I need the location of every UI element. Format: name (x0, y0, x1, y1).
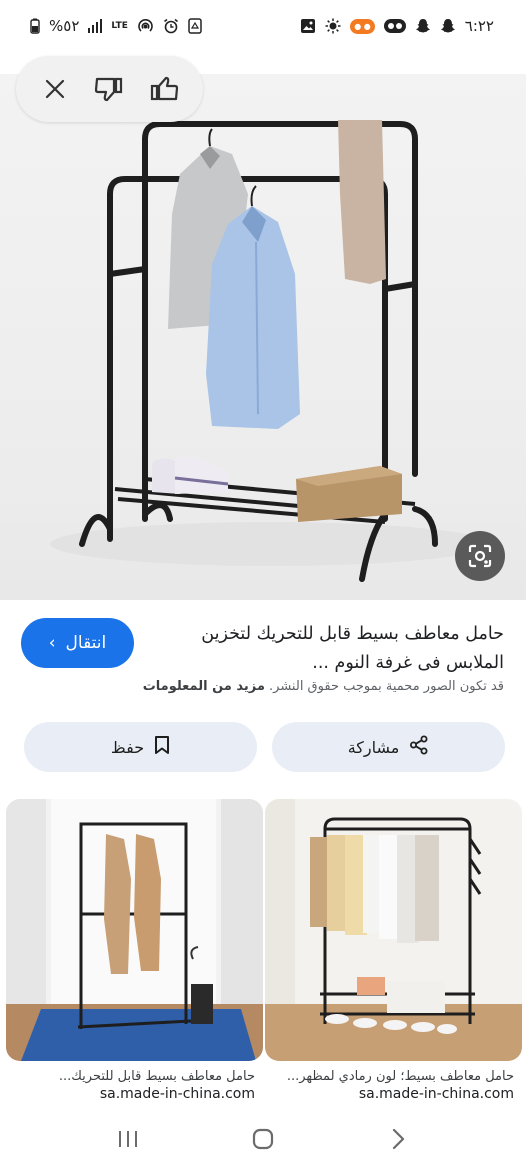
save-label: حفظ (110, 737, 145, 757)
chevron-left-icon: ‹ (48, 633, 56, 653)
system-nav-bar (0, 1108, 526, 1169)
status-right: ● ● ٦:٢٢ (300, 17, 494, 35)
battery-icon (30, 18, 40, 34)
related-card[interactable]: حامل معاطف بسيط قابل للتحريك... sa.made-… (6, 799, 263, 1102)
related-source: sa.made-in-china.com (99, 1086, 255, 1102)
more-info-link[interactable]: مزيد من المعلومات (143, 679, 265, 694)
share-icon (409, 735, 429, 759)
clock: ٦:٢٢ (464, 17, 494, 35)
lte-icon: LTE (111, 20, 128, 31)
gallery-icon (300, 18, 316, 34)
thumb-up-icon[interactable] (144, 69, 184, 109)
result-info: ‹ انتقال حامل معاطف بسيط قابل للتحريك لت… (0, 612, 526, 712)
visit-label: انتقال (65, 633, 107, 653)
result-title[interactable]: حامل معاطف بسيط قابل للتحريك لتخزين المل… (174, 620, 504, 678)
recycle-icon (188, 18, 202, 34)
title-line-2: الملابس فى غرفة النوم ... (312, 653, 504, 673)
alarm-icon (163, 18, 179, 34)
home-icon[interactable] (238, 1119, 288, 1159)
related-image[interactable] (6, 799, 263, 1061)
related-source: sa.made-in-china.com (358, 1086, 514, 1102)
coat-rack-photo (50, 120, 490, 582)
feedback-bar (16, 56, 203, 122)
save-button[interactable]: حفظ (24, 722, 257, 772)
hotspot-icon (137, 18, 154, 35)
back-icon[interactable] (373, 1119, 423, 1159)
brightness-icon (325, 18, 341, 34)
orange-app-icon: ● ● (350, 18, 375, 34)
related-title[interactable]: حامل معاطف بسيط قابل للتحريك... (6, 1069, 263, 1084)
recent-apps-icon[interactable] (103, 1119, 153, 1159)
snapchat-icon (415, 18, 431, 34)
signal-icon (88, 19, 103, 33)
title-line-1: حامل معاطف بسيط قابل للتحريك لتخزين (201, 624, 504, 644)
app-badge-icon (383, 18, 406, 34)
status-left: %٥٢ LTE (30, 17, 202, 35)
related-image[interactable] (265, 799, 522, 1061)
hero-image[interactable] (0, 74, 526, 600)
copyright-notice: قد تكون الصور محمية بموجب حقوق النشر. مز… (143, 679, 504, 694)
copyright-text: قد تكون الصور محمية بموجب حقوق النشر. (269, 679, 504, 694)
share-label: مشاركة (347, 737, 400, 757)
thumb-down-icon[interactable] (89, 69, 129, 109)
related-card[interactable]: حامل معاطف بسيط؛ لون رمادي لمظهر... sa.m… (265, 799, 522, 1102)
lens-icon[interactable] (455, 531, 505, 581)
share-button[interactable]: مشاركة (272, 722, 505, 772)
snapchat-icon (440, 18, 456, 34)
close-icon[interactable] (35, 69, 75, 109)
status-bar: %٥٢ LTE ● ● ٦:٢٢ (0, 0, 526, 52)
bookmark-icon (154, 735, 170, 759)
related-title[interactable]: حامل معاطف بسيط؛ لون رمادي لمظهر... (265, 1069, 522, 1084)
battery-percent: %٥٢ (49, 17, 80, 35)
visit-button[interactable]: ‹ انتقال (21, 618, 134, 668)
